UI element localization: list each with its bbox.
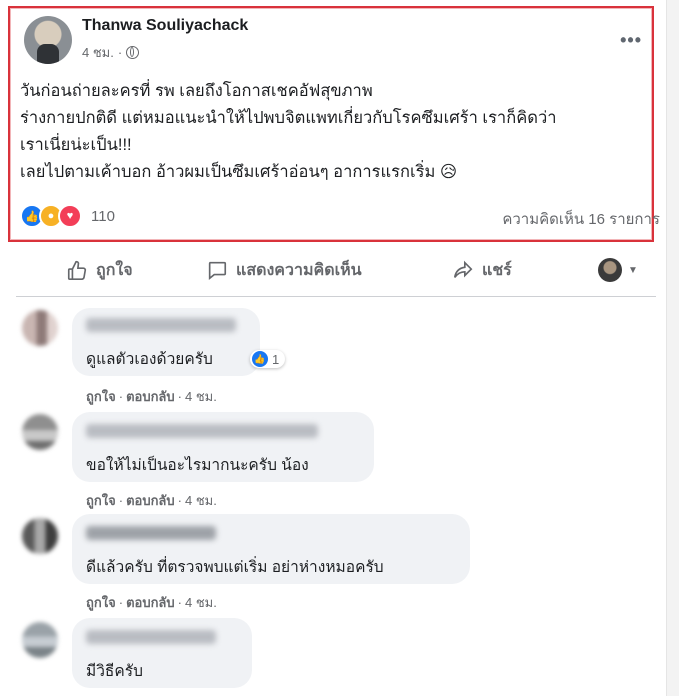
- reaction-summary[interactable]: 👍 ● ♥ 110: [20, 204, 115, 228]
- post-line: วันก่อนถ่ายละครที่ รพ เลยถึงโอกาสเชคอัฟส…: [20, 82, 373, 100]
- caret-down-icon: ▼: [628, 264, 638, 276]
- commenter-name-redacted: [86, 424, 318, 438]
- commenter-avatar[interactable]: [22, 518, 58, 554]
- comment-count[interactable]: ความคิดเห็น 16 รายการ: [502, 207, 660, 231]
- comment-actions: ถูกใจ · ตอบกลับ · 4 ชม.: [86, 389, 217, 404]
- comment-like-link[interactable]: ถูกใจ: [86, 595, 116, 610]
- comment-reply-link[interactable]: ตอบกลับ: [126, 389, 175, 404]
- globe-icon: [126, 46, 140, 59]
- like-label: ถูกใจ: [96, 261, 133, 279]
- thumbs-up-icon: [67, 260, 87, 280]
- post-meta: 4 ชม. ·: [82, 42, 140, 63]
- post-body: วันก่อนถ่ายละครที่ รพ เลยถึงโอกาสเชคอัฟส…: [20, 78, 652, 186]
- share-label: แชร์: [482, 261, 512, 279]
- commenter-name-redacted: [86, 526, 216, 540]
- post-line: เราเนี่ยน่ะเป็น!!!: [20, 136, 132, 154]
- divider: [16, 296, 656, 297]
- comment-actions: ถูกใจ · ตอบกลับ · 4 ชม.: [86, 493, 217, 508]
- commenter-name-redacted: [86, 318, 236, 332]
- comment-actions: ถูกใจ · ตอบกลับ · 4 ชม.: [86, 595, 217, 610]
- love-reaction-icon: ♥: [58, 204, 82, 228]
- author-avatar[interactable]: [24, 16, 72, 64]
- author-name[interactable]: Thanwa Souliyachack: [82, 17, 248, 35]
- share-icon: [453, 260, 473, 278]
- comment-label: แสดงความคิดเห็น: [236, 261, 362, 279]
- comment-like-link[interactable]: ถูกใจ: [86, 493, 116, 508]
- like-reaction-icon: 👍: [252, 351, 268, 367]
- commenter-avatar[interactable]: [22, 622, 58, 658]
- comment-text: ขอให้ไม่เป็นอะไรมากนะครับ น้อง: [86, 457, 309, 474]
- ellipsis-icon[interactable]: •••: [620, 30, 642, 51]
- comment-time[interactable]: 4 ชม.: [185, 595, 217, 610]
- post-action-bar: ถูกใจ แสดงความคิดเห็น แชร์ ▼: [66, 255, 640, 285]
- comment-time[interactable]: 4 ชม.: [185, 493, 217, 508]
- post-time[interactable]: 4 ชม.: [82, 42, 114, 63]
- comment-reply-link[interactable]: ตอบกลับ: [126, 493, 175, 508]
- scrollbar[interactable]: [666, 0, 679, 696]
- like-button[interactable]: ถูกใจ: [66, 258, 133, 283]
- comment-button[interactable]: แสดงความคิดเห็น: [206, 258, 362, 283]
- comment-icon: [208, 261, 227, 280]
- post-line: เลยไปตามเค้าบอก อ้าวผมเป็นซึมเศร้าอ่อนๆ …: [20, 163, 458, 181]
- comment-time[interactable]: 4 ชม.: [185, 389, 217, 404]
- comment-reaction-count: 1: [272, 351, 280, 367]
- post-card: Thanwa Souliyachack 4 ชม. · ••• วันก่อนถ…: [8, 6, 660, 242]
- reaction-count: 110: [91, 207, 115, 225]
- commenter-avatar[interactable]: [22, 310, 58, 346]
- comment-reply-link[interactable]: ตอบกลับ: [126, 595, 175, 610]
- commenter-avatar[interactable]: [22, 414, 58, 450]
- viewer-avatar: [598, 258, 622, 282]
- share-button[interactable]: แชร์: [452, 258, 512, 283]
- comment-text: ดีแล้วครับ ที่ตรวจพบแต่เริ่ม อย่าห่างหมอ…: [86, 559, 384, 576]
- comment-reaction-badge[interactable]: 👍 1: [250, 350, 286, 368]
- commenter-name-redacted: [86, 630, 216, 644]
- comment-text: มีวิธีครับ: [86, 663, 143, 680]
- comment-text: ดูแลตัวเองด้วยครับ: [86, 351, 213, 368]
- post-line: ร่างกายปกติดี แต่หมอแนะนำให้ไปพบจิตแพทเก…: [20, 109, 557, 127]
- comment-like-link[interactable]: ถูกใจ: [86, 389, 116, 404]
- audience-selector[interactable]: ▼: [598, 258, 638, 282]
